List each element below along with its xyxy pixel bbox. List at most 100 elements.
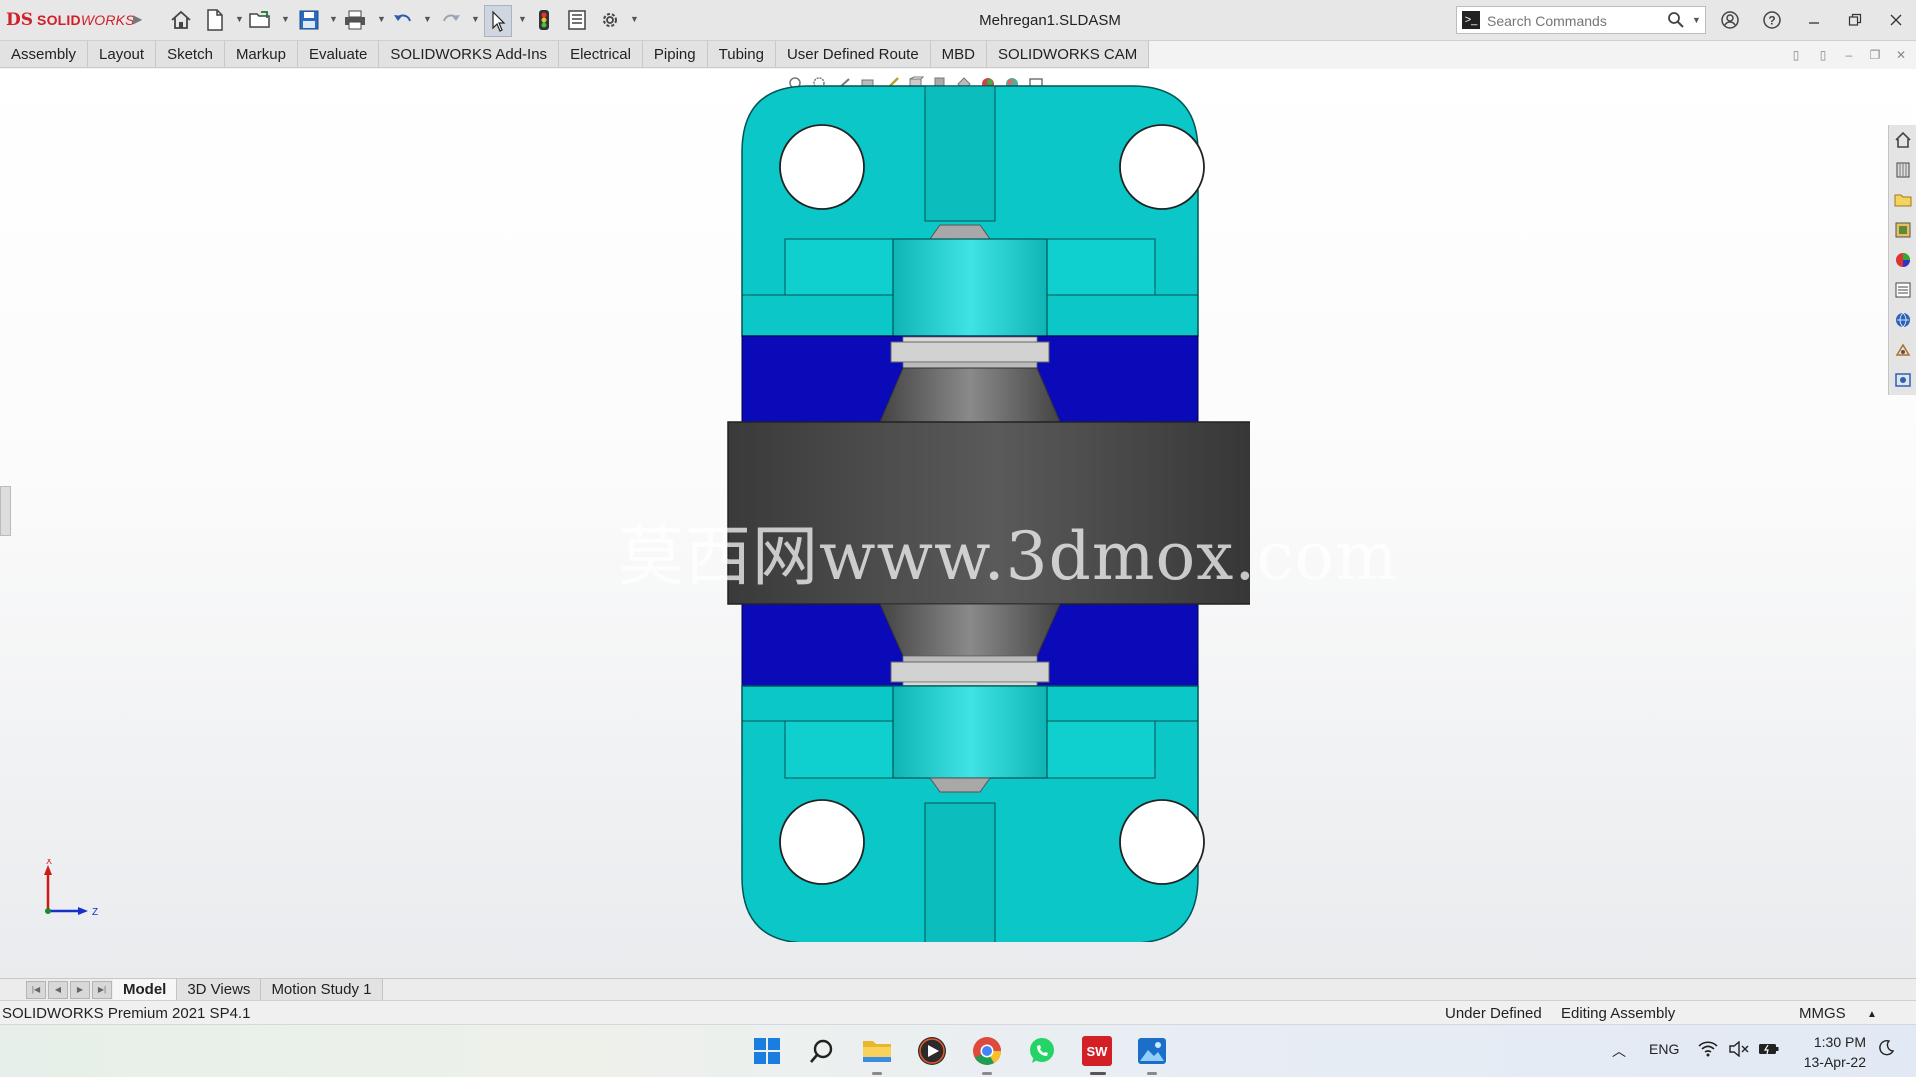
windows-start-icon[interactable] xyxy=(751,1035,783,1067)
solidworks-taskbar-icon[interactable]: SW xyxy=(1081,1035,1113,1067)
tab-3d-views[interactable]: 3D Views xyxy=(177,979,262,1000)
tab-evaluate[interactable]: Evaluate xyxy=(297,41,380,68)
cam-icon[interactable] xyxy=(1889,335,1916,365)
chrome-taskbar-icon[interactable] xyxy=(971,1035,1003,1067)
media-player-taskbar-icon[interactable] xyxy=(916,1035,948,1067)
tab-electrical[interactable]: Electrical xyxy=(559,41,643,68)
new-dropdown-icon[interactable]: ▼ xyxy=(235,14,244,24)
tile-left-icon[interactable]: ▯ xyxy=(1787,46,1805,64)
top-bushing-left[interactable] xyxy=(784,238,894,296)
doc-restore-icon[interactable]: ❐ xyxy=(1866,46,1884,64)
top-bushing-center[interactable] xyxy=(892,238,1048,337)
speaker-muted-icon[interactable] xyxy=(1729,1040,1749,1060)
menu-expand-arrow-icon[interactable]: ▶ xyxy=(133,12,142,26)
options-dropdown-icon[interactable]: ▼ xyxy=(630,14,639,24)
wifi-icon[interactable] xyxy=(1698,1041,1718,1060)
tab-markup[interactable]: Markup xyxy=(224,41,298,68)
select-dropdown-icon[interactable]: ▼ xyxy=(518,14,527,24)
rebuild-traffic-light-icon[interactable] xyxy=(532,8,556,32)
battery-charging-icon[interactable] xyxy=(1758,1041,1780,1060)
custom-properties-icon[interactable] xyxy=(1889,275,1916,305)
search-dropdown-icon[interactable]: ▼ xyxy=(1692,15,1701,25)
tab-motion-study-1[interactable]: Motion Study 1 xyxy=(261,979,383,1000)
graphics-area[interactable]: 莫西网www.3dmox.com X Z xyxy=(0,69,1916,978)
tab-mbd[interactable]: MBD xyxy=(930,41,988,68)
top-bushing-right[interactable] xyxy=(1046,238,1156,296)
clock-date: 13-Apr-22 xyxy=(1803,1054,1866,1070)
print-icon[interactable] xyxy=(343,8,367,32)
solidworks-resources-icon[interactable] xyxy=(1889,125,1916,155)
bottom-bushing-right[interactable] xyxy=(1046,720,1156,779)
input-language[interactable]: ENG xyxy=(1649,1041,1679,1057)
search-taskbar-icon[interactable] xyxy=(806,1035,838,1067)
status-bar: SOLIDWORKS Premium 2021 SP4.1 Under Defi… xyxy=(0,1000,1916,1025)
file-properties-icon[interactable] xyxy=(565,8,589,32)
show-hidden-icons-icon[interactable]: ︿ xyxy=(1612,1041,1626,1061)
restore-window-icon[interactable] xyxy=(1838,6,1872,34)
undo-dropdown-icon[interactable]: ▼ xyxy=(423,14,432,24)
tab-layout[interactable]: Layout xyxy=(88,41,157,68)
lower-tapered-roller[interactable] xyxy=(879,603,1061,657)
undo-icon[interactable] xyxy=(391,8,415,32)
feature-manager-collapse-handle[interactable] xyxy=(0,486,11,536)
close-window-icon[interactable] xyxy=(1879,6,1913,34)
bottom-right-bolt-hole[interactable] xyxy=(1119,799,1205,885)
redo-icon[interactable] xyxy=(439,8,463,32)
tile-right-icon[interactable]: ▯ xyxy=(1814,46,1832,64)
brand-works: WORKS xyxy=(80,12,135,28)
home-icon[interactable] xyxy=(169,8,193,32)
design-library-icon[interactable] xyxy=(1889,155,1916,185)
tab-addins[interactable]: SOLIDWORKS Add-Ins xyxy=(379,41,560,68)
tab-solidworks-cam[interactable]: SOLIDWORKS CAM xyxy=(987,41,1150,68)
save-dropdown-icon[interactable]: ▼ xyxy=(329,14,338,24)
first-tab-arrow-icon[interactable]: |◀ xyxy=(26,981,46,999)
view-palette-icon[interactable] xyxy=(1889,215,1916,245)
save-icon[interactable] xyxy=(297,8,321,32)
explorer-running-indicator xyxy=(872,1072,882,1075)
bottom-left-bolt-hole[interactable] xyxy=(779,799,865,885)
minimize-window-icon[interactable] xyxy=(1797,6,1831,34)
title-bar: DS SOLIDWORKS ▶ ▼ ▼ ▼ ▼ ▼ ▼ ▼ ▼ Mehregan… xyxy=(0,0,1916,41)
tab-sketch[interactable]: Sketch xyxy=(156,41,225,68)
appearances-scenes-icon[interactable] xyxy=(1889,245,1916,275)
solidworks-logo[interactable]: DS SOLIDWORKS xyxy=(6,9,135,31)
search-commands-box[interactable]: >_ ▼ xyxy=(1456,6,1706,34)
open-dropdown-icon[interactable]: ▼ xyxy=(281,14,290,24)
print-dropdown-icon[interactable]: ▼ xyxy=(377,14,386,24)
upper-tapered-roller[interactable] xyxy=(879,367,1061,423)
taskbar-clock[interactable]: 1:30 PM 13-Apr-22 xyxy=(1790,1032,1866,1072)
tab-user-defined-route[interactable]: User Defined Route xyxy=(775,41,931,68)
open-folder-icon[interactable] xyxy=(249,8,273,32)
prev-tab-arrow-icon[interactable]: ◀ xyxy=(48,981,68,999)
new-document-icon[interactable] xyxy=(203,8,227,32)
solidworks-forum-icon[interactable] xyxy=(1889,305,1916,335)
file-explorer-icon[interactable] xyxy=(1889,185,1916,215)
whatsapp-taskbar-icon[interactable] xyxy=(1026,1035,1058,1067)
options-gear-icon[interactable] xyxy=(598,8,622,32)
bottom-bushing-center[interactable] xyxy=(892,685,1048,779)
tab-model[interactable]: Model xyxy=(113,979,178,1000)
unit-system-selector[interactable]: MMGS xyxy=(1799,1005,1846,1022)
top-right-bolt-hole[interactable] xyxy=(1119,124,1205,210)
next-tab-arrow-icon[interactable]: ▶ xyxy=(70,981,90,999)
help-icon[interactable]: ? xyxy=(1755,6,1789,34)
photos-taskbar-icon[interactable] xyxy=(1136,1035,1168,1067)
tab-tubing[interactable]: Tubing xyxy=(707,41,776,68)
user-account-icon[interactable] xyxy=(1713,6,1747,34)
task-pane xyxy=(1888,125,1916,395)
doc-minimize-icon[interactable]: – xyxy=(1840,46,1858,64)
search-input[interactable] xyxy=(1485,10,1659,32)
file-explorer-taskbar-icon[interactable] xyxy=(861,1035,893,1067)
doc-close-icon[interactable]: ✕ xyxy=(1892,46,1910,64)
redo-dropdown-icon[interactable]: ▼ xyxy=(471,14,480,24)
top-left-bolt-hole[interactable] xyxy=(779,124,865,210)
tab-assembly[interactable]: Assembly xyxy=(0,41,89,68)
tab-piping[interactable]: Piping xyxy=(642,41,708,68)
select-tool-button[interactable] xyxy=(484,5,512,37)
last-tab-arrow-icon[interactable]: ▶| xyxy=(92,981,112,999)
3d-experience-icon[interactable] xyxy=(1889,365,1916,395)
notifications-moon-icon[interactable] xyxy=(1877,1039,1895,1060)
unit-system-arrow-icon[interactable]: ▲ xyxy=(1867,1009,1877,1020)
search-icon[interactable] xyxy=(1667,11,1685,33)
bottom-bushing-left[interactable] xyxy=(784,720,894,779)
